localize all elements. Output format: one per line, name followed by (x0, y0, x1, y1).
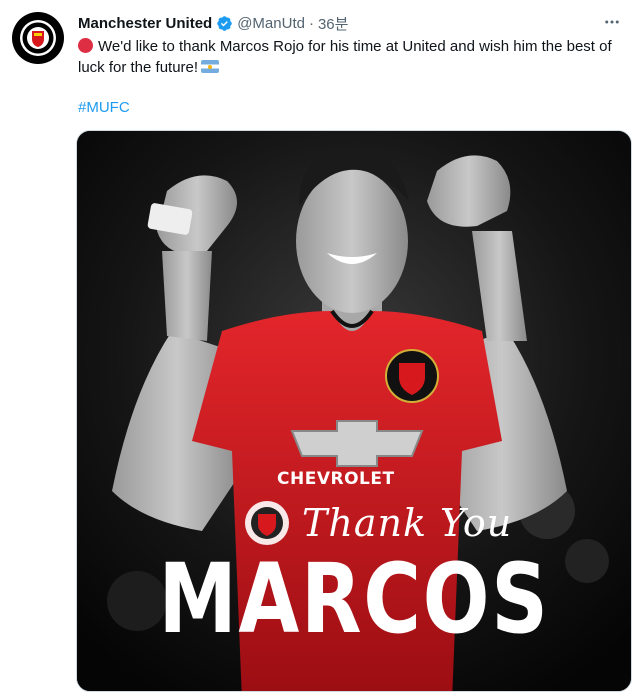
manchester-united-crest-icon (20, 20, 56, 56)
player-name-text: MARCOS (158, 543, 550, 655)
sponsor-text: CHEVROLET (277, 469, 395, 489)
argentina-flag-emoji (201, 60, 220, 73)
verified-badge-icon (217, 15, 232, 31)
tweet-header: Manchester United @ManUtd · 36분 (78, 12, 624, 34)
avatar[interactable] (12, 12, 64, 64)
thank-you-text: Thank You (302, 501, 513, 545)
timestamp[interactable]: 36분 (318, 13, 349, 34)
tweet-text: We'd like to thank Marcos Rojo for his t… (78, 36, 626, 78)
red-circle-emoji (78, 38, 93, 53)
author-name[interactable]: Manchester United (78, 15, 212, 32)
more-options-icon (605, 20, 619, 24)
tweet-image[interactable]: CHEVROLET Thank You MARCOS (76, 130, 632, 692)
tweet-body: We'd like to thank Marcos Rojo for his t… (78, 38, 612, 76)
crest-small-icon (245, 501, 289, 545)
hashtag-link[interactable]: #MUFC (78, 98, 130, 118)
more-options-button[interactable] (600, 10, 624, 34)
separator-dot: · (308, 14, 314, 32)
author-handle[interactable]: @ManUtd (237, 15, 305, 32)
shirt-crest-icon (385, 349, 439, 403)
